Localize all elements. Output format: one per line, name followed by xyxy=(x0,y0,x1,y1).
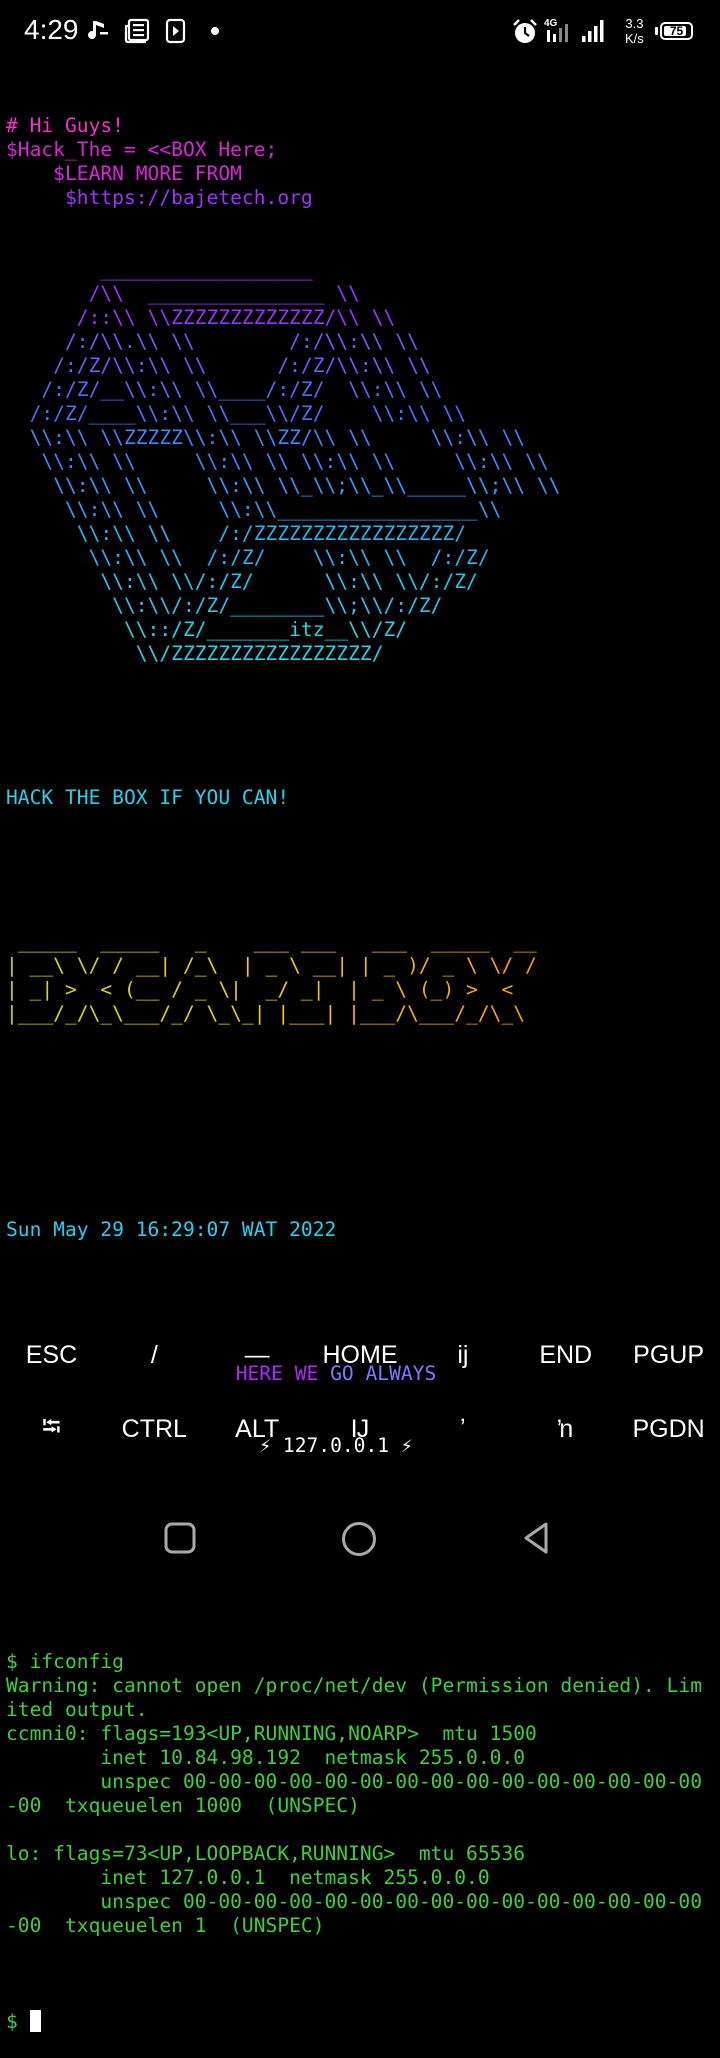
output-line: unspec 00-00-00-00-00-00-00-00-00-00-00-… xyxy=(6,1770,702,1793)
ascii-art-line: __________________ xyxy=(6,258,313,281)
ascii-art-line: \\:\\/:/Z/________\\;\\/:/Z/ xyxy=(6,594,443,617)
recent-apps-button[interactable] xyxy=(162,1520,198,1556)
tagline: HACK THE BOX IF YOU CAN! xyxy=(6,786,290,809)
network-speed: 3.3 K/s xyxy=(625,16,644,46)
svg-text:4G: 4G xyxy=(544,18,558,29)
battery-level: 75 xyxy=(669,24,684,38)
network-speed-unit: K/s xyxy=(625,31,644,46)
status-bar: 4:29 4G 3.3 K/s 75 xyxy=(0,0,720,64)
output-line: -00 txqueuelen 1000 (UNSPEC) xyxy=(6,1794,360,1817)
command-line: $ ifconfig xyxy=(6,1650,124,1673)
ascii-art-line: \\:\\ \\ \\:\\ \\_\\;\\_\\_____\\;\\ \\ xyxy=(6,474,561,497)
output-line: ccmni0: flags=193<UP,RUNNING,NOARP> mtu … xyxy=(6,1722,537,1745)
ascii-art-line: \\:\\ \\ \\:\\_________________\\ xyxy=(6,498,502,521)
figlet-banner: _____ _____ _ ___ ___ ___ _____ __ | __\ … xyxy=(6,930,720,1026)
ascii-art-line: /:/Z/__\\:\\ \\____/:/Z/ \\:\\ \\ xyxy=(6,378,443,401)
esc-key[interactable]: ESC xyxy=(0,1341,103,1370)
figlet-line: | __\ \/ / __| /_\ | _ \ __| | _ )/ _ \ … xyxy=(6,954,546,978)
terminal-output[interactable]: # Hi Guys! $Hack_The = <<BOX Here; $LEARN… xyxy=(6,66,720,2058)
extra-keys-row-1: ESC / — HOME ij END PGUP xyxy=(0,1318,720,1392)
ascii-art-line: \\:\\ \\ZZZZZ\\:\\ \\ZZ/\\ \\ \\:\\ \\ xyxy=(6,426,526,449)
extra-keys-row-2: ⭾ CTRL ALT Ĳ ʼ ŉ PGDN xyxy=(0,1392,720,1466)
battery-icon: 75 xyxy=(660,22,693,40)
ascii-art-line: \\:\\ \\ \\:\\ \\ \\:\\ \\ \\:\\ \\ xyxy=(6,450,549,473)
motd-banner: # Hi Guys! $Hack_The = <<BOX Here; $LEARN… xyxy=(6,114,720,210)
ij-ligature-key[interactable]: Ĳ xyxy=(309,1415,412,1444)
dash-key[interactable]: — xyxy=(206,1341,309,1370)
extra-keys-bar: ESC / — HOME ij END PGUP ⭾ CTRL ALT Ĳ ʼ ŉ PGDN xyxy=(0,1318,720,1468)
figlet-line: |___/_/\_\___/_/ \_\_| |___| |___/\___/_… xyxy=(6,1002,546,1026)
pgup-key[interactable]: PGUP xyxy=(617,1341,720,1370)
cell-signal-icon xyxy=(582,20,604,42)
data-signal-icon: 4G xyxy=(544,18,568,42)
ascii-art-line: \\:\\ \\ /:/Z/ \\:\\ \\ /:/Z/ xyxy=(6,546,490,569)
network-speed-value: 3.3 xyxy=(625,16,644,31)
text-cursor xyxy=(29,2010,41,2032)
clock: 4:29 xyxy=(24,14,79,45)
home-button[interactable] xyxy=(340,1520,378,1558)
slash-key[interactable]: / xyxy=(103,1341,206,1370)
output-line: unspec 00-00-00-00-00-00-00-00-00-00-00-… xyxy=(6,1890,702,1913)
ascii-art-line: /:/Z/____\\:\\ \\___\\/Z/ \\:\\ \\ xyxy=(6,402,467,425)
ascii-art-line: /\\ _______________ \\ xyxy=(6,282,360,305)
ascii-art-line: \\:\\ \\/:/Z/ \\:\\ \\/:/Z/ xyxy=(6,570,478,593)
ascii-art-logo: __________________ /\\ _______________ \… xyxy=(6,258,720,666)
alarm-icon xyxy=(513,19,537,43)
date-line: Sun May 29 16:29:07 WAT 2022 xyxy=(6,1218,337,1241)
tab-key[interactable]: ⭾ xyxy=(0,1408,103,1451)
pgdn-key[interactable]: PGDN xyxy=(617,1415,720,1444)
prompt-line[interactable]: $ xyxy=(6,2010,720,2034)
prompt: $ xyxy=(6,2010,30,2033)
alt-key[interactable]: ALT xyxy=(206,1415,309,1444)
output-line: inet 10.84.98.192 netmask 255.0.0.0 xyxy=(6,1746,526,1769)
figlet-line: | _| > < (__ / _ \| _/ _| | _ \ (_) > < xyxy=(6,978,546,1002)
figlet-line: _____ _____ _ ___ ___ ___ _____ __ xyxy=(6,930,546,954)
output-line: ited output. xyxy=(6,1698,148,1721)
output-line: inet 127.0.0.1 netmask 255.0.0.0 xyxy=(6,1866,490,1889)
battery-tip xyxy=(655,27,658,35)
n-apostrophe-key[interactable]: ŉ xyxy=(514,1415,617,1444)
navigation-bar xyxy=(0,1490,720,1600)
banner-line: $https://bajetech.org xyxy=(6,186,313,209)
dot-icon xyxy=(211,27,219,35)
ctrl-key[interactable]: CTRL xyxy=(103,1415,206,1444)
banner-line: # Hi Guys! xyxy=(6,114,124,137)
play-box-icon xyxy=(165,18,186,44)
music-note-icon xyxy=(88,21,108,40)
banner-line: $Hack_The = <<BOX Here; xyxy=(6,138,278,161)
output-line: lo: flags=73<UP,LOOPBACK,RUNNING> mtu 65… xyxy=(6,1842,526,1865)
apostrophe-key[interactable]: ʼ xyxy=(411,1415,514,1444)
ascii-art-line: \\/ZZZZZZZZZZZZZZZZZ/ xyxy=(6,642,384,665)
ascii-art-line: /:/Z/\\:\\ \\ /:/Z/\\:\\ \\ xyxy=(6,354,431,377)
back-button[interactable] xyxy=(518,1520,554,1556)
news-icon xyxy=(124,18,150,44)
home-key[interactable]: HOME xyxy=(309,1341,412,1370)
ascii-art-line: \\::/Z/_______itz__\\/Z/ xyxy=(6,618,408,641)
end-key[interactable]: END xyxy=(514,1341,617,1370)
output-line: Warning: cannot open /proc/net/dev (Perm… xyxy=(6,1674,702,1697)
ascii-art-line: /:/\\.\\ \\ /:/\\:\\ \\ xyxy=(6,330,419,353)
ascii-art-line: /::\\ \\ZZZZZZZZZZZZZ/\\ \\ xyxy=(6,306,396,329)
output-line: -00 txqueuelen 1 (UNSPEC) xyxy=(6,1914,325,1937)
ij-key[interactable]: ij xyxy=(411,1341,514,1370)
ascii-art-line: \\:\\ \\ /:/ZZZZZZZZZZZZZZZZZ/ xyxy=(6,522,467,545)
banner-line: $LEARN MORE FROM xyxy=(6,162,242,185)
command-output: $ ifconfig Warning: cannot open /proc/net… xyxy=(6,1650,720,1962)
